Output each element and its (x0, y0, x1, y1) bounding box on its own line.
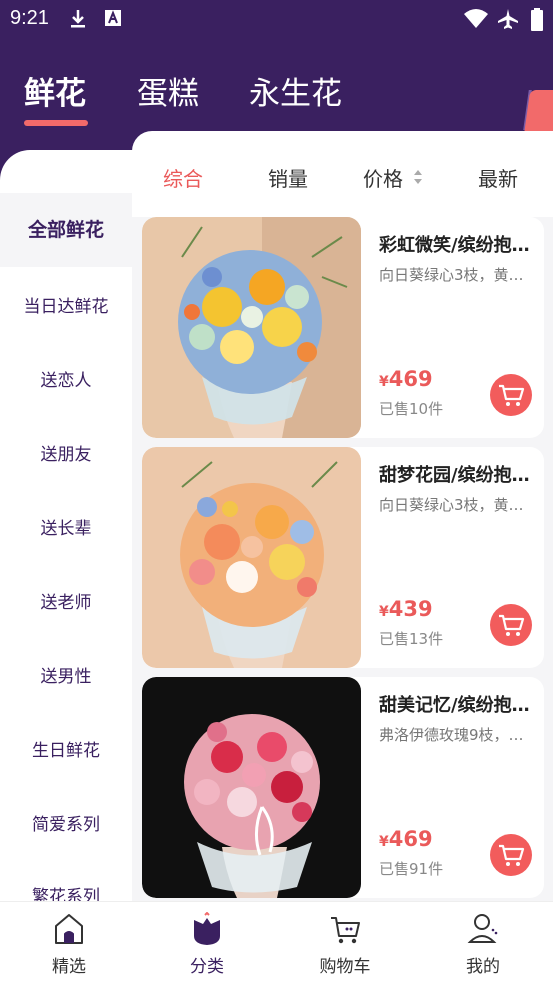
cart-icon (499, 384, 525, 406)
sidebar-item-friend[interactable]: 送朋友 (0, 440, 132, 465)
product-card[interactable]: 甜美记忆/缤纷抱… 弗洛伊德玫瑰9枝，… ¥469 已售91件 (142, 677, 544, 898)
sidebar-item-jianai[interactable]: 简爱系列 (0, 810, 132, 835)
currency-symbol: ¥ (379, 834, 389, 850)
header-decoration (523, 90, 553, 136)
home-icon (55, 914, 83, 944)
sort-price[interactable]: 价格 (363, 163, 403, 192)
user-icon (467, 914, 498, 943)
sort-bar: 综合 销量 价格 最新 (132, 131, 553, 217)
product-price: ¥439 (379, 597, 433, 621)
add-to-cart-button[interactable] (490, 374, 532, 416)
cart-icon (499, 614, 525, 636)
sort-newest[interactable]: 最新 (478, 163, 518, 192)
download-icon (71, 10, 85, 28)
nav-cart[interactable]: 购物车 (276, 902, 414, 984)
battery-icon (531, 8, 543, 31)
product-title: 甜梦花园/缤纷抱… (379, 465, 530, 486)
text-icon (105, 10, 121, 26)
product-card[interactable]: 彩虹微笑/缤纷抱… 向日葵绿心3枝，黄… ¥469 已售10件 (142, 217, 544, 438)
tab-flowers[interactable]: 鲜花 (24, 68, 86, 113)
price-value: 439 (388, 597, 433, 621)
product-description: 向日葵绿心3枝，黄… (379, 496, 524, 514)
tab-cake[interactable]: 蛋糕 (137, 68, 199, 113)
category-icon (194, 912, 220, 945)
product-sold-count: 已售10件 (379, 400, 444, 418)
add-to-cart-button[interactable] (490, 834, 532, 876)
add-to-cart-button[interactable] (490, 604, 532, 646)
product-image[interactable] (142, 677, 361, 898)
sidebar-item-all-flowers[interactable]: 全部鲜花 (0, 193, 132, 267)
wifi-icon (464, 9, 488, 28)
sort-arrows-icon[interactable] (413, 169, 423, 185)
currency-symbol: ¥ (379, 604, 389, 620)
sidebar-item-male[interactable]: 送男性 (0, 662, 132, 687)
cart-icon (331, 917, 360, 944)
product-sold-count: 已售13件 (379, 630, 444, 648)
status-bar: 9:21 (0, 0, 553, 38)
sidebar-item-birthday[interactable]: 生日鲜花 (0, 736, 132, 761)
product-card[interactable]: 甜梦花园/缤纷抱… 向日葵绿心3枝，黄… ¥439 已售13件 (142, 447, 544, 668)
tab-preserved-flowers[interactable]: 永生花 (249, 68, 342, 113)
product-price: ¥469 (379, 827, 433, 851)
bottom-nav: 精选 分类 购物车 我的 (0, 901, 553, 984)
sidebar-item-teacher[interactable]: 送老师 (0, 588, 132, 613)
sidebar-item-lover[interactable]: 送恋人 (0, 366, 132, 391)
nav-label: 我的 (466, 957, 500, 977)
nav-profile[interactable]: 我的 (414, 902, 552, 984)
price-value: 469 (388, 367, 433, 391)
category-sidebar: 全部鲜花 当日达鲜花 送恋人 送朋友 送长辈 送老师 送男性 生日鲜花 简爱系列… (0, 193, 132, 901)
product-image[interactable] (142, 447, 361, 668)
tab-active-indicator (24, 120, 88, 126)
nav-label: 精选 (52, 957, 86, 977)
sidebar-item-fanhua[interactable]: 繁花系列 (0, 882, 132, 901)
product-price: ¥469 (379, 367, 433, 391)
sort-sales[interactable]: 销量 (268, 163, 308, 192)
price-value: 469 (388, 827, 433, 851)
product-description: 弗洛伊德玫瑰9枝，… (379, 726, 524, 744)
product-image[interactable] (142, 217, 361, 438)
product-description: 向日葵绿心3枝，黄… (379, 266, 524, 284)
status-time: 9:21 (10, 7, 49, 29)
nav-label: 分类 (190, 957, 224, 977)
nav-category[interactable]: 分类 (138, 902, 276, 984)
currency-symbol: ¥ (379, 374, 389, 390)
sidebar-item-same-day[interactable]: 当日达鲜花 (0, 292, 132, 317)
sort-default[interactable]: 综合 (163, 163, 203, 192)
product-sold-count: 已售91件 (379, 860, 444, 878)
product-title: 甜美记忆/缤纷抱… (379, 695, 530, 716)
product-title: 彩虹微笑/缤纷抱… (379, 235, 530, 256)
nav-featured[interactable]: 精选 (0, 902, 138, 984)
nav-label: 购物车 (319, 957, 371, 977)
sidebar-item-elder[interactable]: 送长辈 (0, 514, 132, 539)
airplane-icon (498, 9, 518, 29)
cart-icon (499, 844, 525, 866)
